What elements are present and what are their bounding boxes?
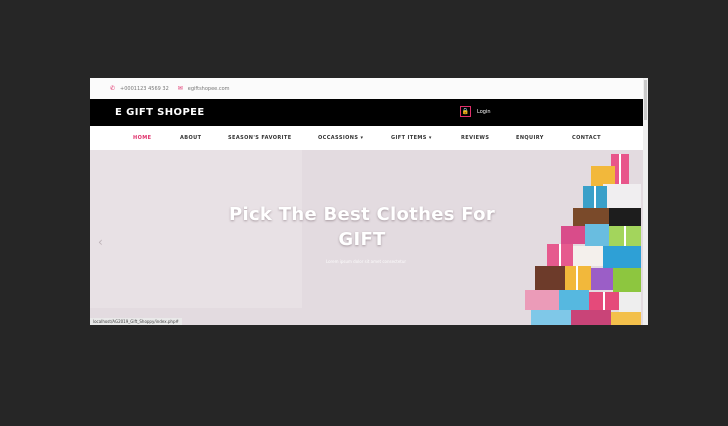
hero-subtitle: Lorem ipsum dolor sit amet consectetur	[325, 259, 407, 264]
phone-number: +0001123 4569 32	[120, 85, 169, 92]
login-label: Login	[477, 108, 491, 115]
hero-headline-line1: Pick The Best Clothes For	[228, 204, 495, 225]
nav-gift-items[interactable]: GIFT ITEMS ▾	[391, 135, 432, 141]
main-navigation: HOME ABOUT SEASON'S FAVORITE OCCASSIONS …	[90, 126, 648, 150]
hero-slider: ‹ Pick The Best Clothes For GIFT Lorem i…	[90, 150, 648, 325]
email-address[interactable]: egiftshopee.com	[188, 86, 230, 92]
hero-headline: Pick The Best Clothes For GIFT	[220, 202, 504, 252]
nav-occassions[interactable]: OCCASSIONS ▾	[318, 135, 363, 141]
contact-phone: ✆ +0001123 4569 32	[110, 85, 169, 92]
nav-seasons-favorite[interactable]: SEASON'S FAVORITE	[228, 135, 292, 141]
hero-headline-line2: GIFT	[338, 229, 386, 250]
nav-about[interactable]: ABOUT	[180, 135, 201, 141]
gift-boxes-image	[525, 154, 641, 325]
header-bar: E GIFT SHOPEE 🔒 Login	[90, 99, 648, 126]
login-button[interactable]: 🔒 Login	[460, 106, 491, 117]
nav-enquiry[interactable]: ENQUIRY	[516, 135, 544, 141]
scrollbar[interactable]	[643, 78, 648, 325]
phone-icon: ✆	[110, 85, 116, 92]
site-logo[interactable]: E GIFT SHOPEE	[115, 107, 205, 118]
contact-topbar: ✆ +0001123 4569 32 ✉ egiftshopee.com	[90, 78, 648, 100]
browser-viewport: ✆ +0001123 4569 32 ✉ egiftshopee.com E G…	[90, 78, 648, 325]
nav-reviews[interactable]: REVIEWS	[461, 135, 489, 141]
nav-home[interactable]: HOME	[133, 135, 151, 141]
contact-email[interactable]: ✉ egiftshopee.com	[178, 85, 230, 92]
status-bar-url: localhost/AG2019_Gift_Shoppy/index.php#	[90, 318, 182, 325]
mail-icon: ✉	[177, 85, 183, 92]
nav-contact[interactable]: CONTACT	[572, 135, 601, 141]
scrollbar-thumb[interactable]	[644, 80, 647, 120]
chevron-left-icon[interactable]: ‹	[98, 235, 103, 249]
lock-icon: 🔒	[460, 106, 471, 117]
